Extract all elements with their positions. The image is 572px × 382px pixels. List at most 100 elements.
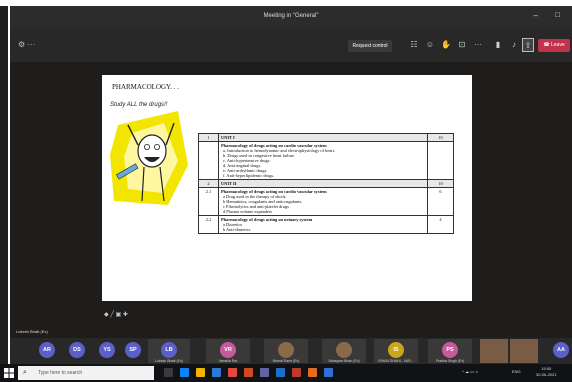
- more-actions-icon[interactable]: ···: [472, 38, 484, 52]
- close-icon[interactable]: □: [555, 10, 560, 19]
- camera-icon[interactable]: ▮: [492, 38, 504, 52]
- participant-name: ISHAN SHAHI - VAR...: [378, 359, 414, 363]
- row-content: UNIT II: [218, 179, 428, 188]
- avatar: [278, 342, 294, 358]
- row-hours: 4: [427, 215, 454, 234]
- taskbar-search-input[interactable]: ⌕ Type here to search: [18, 366, 154, 380]
- word-icon[interactable]: [276, 368, 285, 377]
- row-hours: 10: [427, 179, 454, 188]
- participant-name: Prabha Singh (Ex): [435, 359, 465, 363]
- annotation-tools-icon[interactable]: ◆ ╱ ▣ ✚: [104, 311, 128, 318]
- avatar: PS: [442, 342, 458, 358]
- firefox-icon[interactable]: [308, 368, 317, 377]
- teams-meeting-window: Meeting in "General" – □ ⚙ ··· Request c…: [10, 6, 572, 364]
- language-indicator[interactable]: ENG: [512, 369, 521, 374]
- clock[interactable]: 15:50 30-06-2021: [536, 366, 556, 378]
- participant-tile[interactable]: DS: [62, 339, 92, 363]
- avatar: LB: [161, 342, 177, 358]
- avatar: DS: [69, 342, 85, 358]
- participant-tile[interactable]: AR: [32, 339, 62, 363]
- syllabus-row: 2.2 Pharmacology of drugs acting on urina…: [198, 215, 454, 234]
- chrome-icon[interactable]: [228, 368, 237, 377]
- speaker-label: Lokesh Bhatt (Ex): [16, 329, 48, 334]
- participant-video[interactable]: [480, 339, 508, 363]
- syllabus-table: 1 UNIT I 10 Pharmacology of drugs acting on…: [198, 133, 454, 234]
- meeting-toolbar: ⚙ ··· Request control ☷ ☺ ✋ ⊡ ··· ▮ ♪ ⇪ …: [10, 28, 572, 94]
- syllabus-row: Pharmacology of drugs acting on cardio v…: [198, 141, 454, 180]
- share-content-icon[interactable]: ⇪: [522, 38, 534, 52]
- shared-slide: PHARMACOLOGY. . . Study ALL the drugs!! …: [102, 75, 472, 301]
- minimize-icon[interactable]: –: [534, 11, 538, 20]
- reactions-icon[interactable]: ✋: [440, 38, 452, 52]
- row-number: 2.1: [198, 187, 219, 216]
- row-hours: 10: [427, 133, 454, 142]
- edge-browser-icon[interactable]: [180, 368, 189, 377]
- row-number: [198, 141, 219, 180]
- meeting-info-icon[interactable]: ⚙ ···: [18, 40, 35, 49]
- mic-icon[interactable]: ♪: [508, 38, 520, 52]
- participants-icon[interactable]: ☷: [408, 38, 420, 52]
- window-title: Meeting in "General": [263, 13, 319, 19]
- search-placeholder: Type here to search: [38, 370, 83, 376]
- row-subitem: d Plasma volume expanders: [223, 209, 273, 214]
- participant-tile[interactable]: Sahayam Bhan (Ex): [322, 339, 366, 363]
- system-tray-icon[interactable]: ^ ☁ ▭ ♫: [462, 369, 478, 374]
- participant-tile[interactable]: Nirmal Rane (Ex): [264, 339, 308, 363]
- search-icon: ⌕: [23, 369, 27, 376]
- participant-name: Lokesh Bhatt (Ex): [155, 359, 183, 363]
- windows-taskbar: ⌕ Type here to search ^ ☁ ▭ ♫ ENG 15:50 …: [0, 364, 572, 382]
- row-subitem: b Anti-diuretics: [223, 227, 251, 232]
- row-content: Pharmacology of drugs acting on cardio v…: [218, 141, 428, 180]
- store-icon[interactable]: [212, 368, 221, 377]
- screenshot-frame: Meeting in "General" – □ ⚙ ··· Request c…: [0, 0, 572, 382]
- request-control-button[interactable]: Request control: [348, 40, 392, 52]
- avatar: AR: [39, 342, 55, 358]
- row-number: 2.2: [198, 215, 219, 234]
- powerpoint-icon[interactable]: [244, 368, 253, 377]
- participant-video[interactable]: [510, 339, 538, 363]
- chat-icon[interactable]: ☺: [424, 38, 436, 52]
- acrobat-icon[interactable]: [292, 368, 301, 377]
- participant-tile[interactable]: VR Vamsila Rar: [206, 339, 250, 363]
- left-edge-panel: [0, 6, 8, 364]
- syllabus-row: 2.1 Pharmacology of drugs acting on cardi…: [198, 187, 454, 216]
- leave-button[interactable]: ☎ Leave: [538, 39, 570, 52]
- participant-strip: AR DS YS SP LB Lokesh Bhatt (Ex) VR Vamsila Rar…: [10, 338, 572, 364]
- participant-name: Nirmal Rane (Ex): [272, 359, 300, 363]
- task-view-icon[interactable]: [164, 368, 173, 377]
- windows-start-icon[interactable]: [4, 368, 14, 378]
- row-content: Pharmacology of drugs acting on cardio v…: [218, 187, 428, 216]
- title-bar: Meeting in "General" – □: [10, 6, 572, 28]
- row-title: UNIT II: [221, 181, 237, 186]
- syllabus-row: 1 UNIT I 10: [198, 133, 454, 142]
- avatar: VR: [220, 342, 236, 358]
- rooms-icon[interactable]: ⊡: [456, 38, 468, 52]
- participant-tile[interactable]: IS ISHAN SHAHI - VAR...: [374, 339, 418, 363]
- participant-tile[interactable]: PS Prabha Singh (Ex): [428, 339, 472, 363]
- row-subitem: f. Anti-hyperlipidemic drugs.: [223, 173, 275, 178]
- avatar: IS: [388, 342, 404, 358]
- participant-tile[interactable]: AA: [550, 339, 572, 363]
- row-content: Pharmacology of drugs acting on urinary …: [218, 215, 428, 234]
- meme-illustration-icon: [110, 111, 188, 205]
- participant-name: Vamsila Rar: [218, 359, 238, 363]
- avatar: AA: [553, 342, 569, 358]
- row-title: UNIT I: [221, 135, 235, 140]
- row-hours: 6: [427, 187, 454, 216]
- slide-heading: PHARMACOLOGY. . .: [112, 83, 179, 91]
- teams-icon[interactable]: [260, 368, 269, 377]
- participant-tile[interactable]: LB Lokesh Bhatt (Ex): [148, 339, 190, 363]
- avatar: [336, 342, 352, 358]
- row-content: UNIT I: [218, 133, 428, 142]
- zoom-icon[interactable]: [324, 368, 333, 377]
- file-explorer-icon[interactable]: [196, 368, 205, 377]
- leave-label: Leave: [551, 42, 565, 48]
- row-hours: [427, 141, 454, 180]
- participant-tile[interactable]: SP: [118, 339, 148, 363]
- syllabus-row: 2 UNIT II 10: [198, 179, 454, 188]
- shared-screen-stage: PHARMACOLOGY. . . Study ALL the drugs!! …: [10, 62, 572, 338]
- clock-date: 30-06-2021: [536, 372, 557, 377]
- avatar: YS: [99, 342, 115, 358]
- row-number: 1: [198, 133, 219, 142]
- participant-name: Sahayam Bhan (Ex): [328, 359, 360, 363]
